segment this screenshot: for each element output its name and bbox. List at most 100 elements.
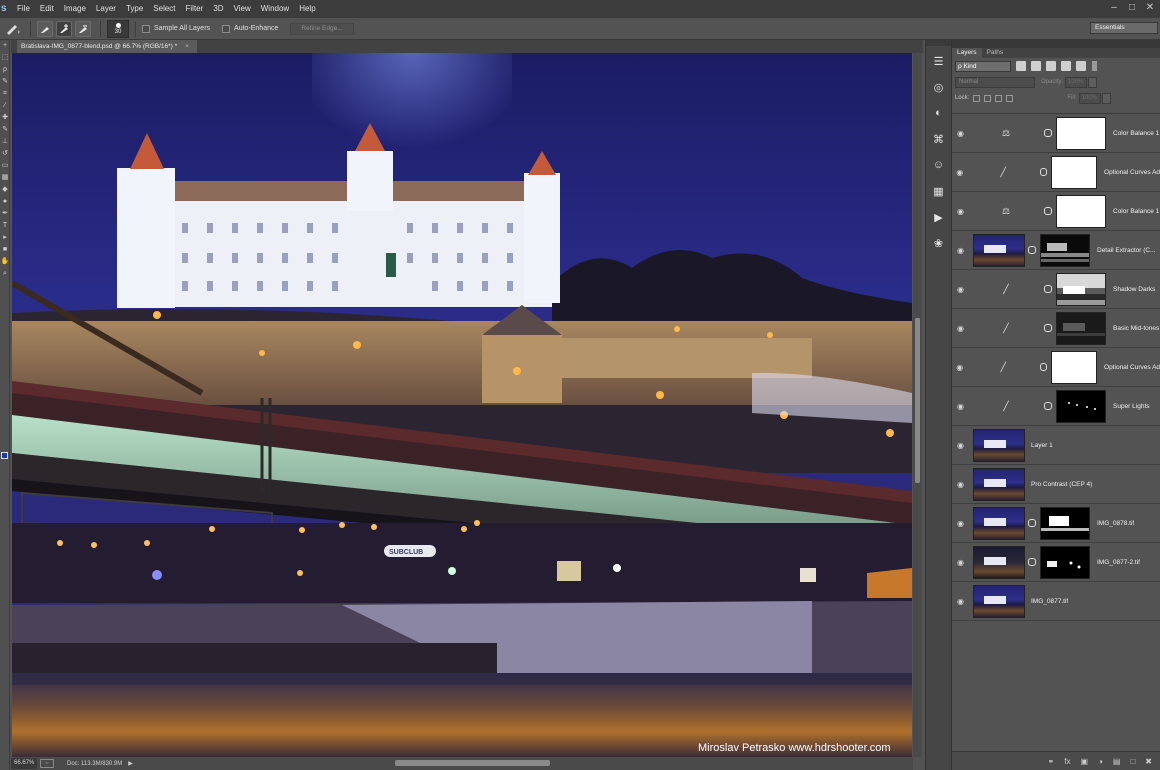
- visibility-eye-icon[interactable]: ◉: [952, 519, 969, 528]
- fx-icon[interactable]: fx: [1064, 757, 1070, 766]
- menu-edit[interactable]: Edit: [35, 0, 59, 18]
- layer-row[interactable]: ◉ ⚖ Color Balance 1: [952, 192, 1160, 231]
- brush-size-picker[interactable]: 30: [107, 19, 129, 38]
- new-selection-mode-button[interactable]: [37, 20, 53, 37]
- layer-mask-thumbnail[interactable]: [1056, 116, 1106, 150]
- mask-link-icon[interactable]: [1039, 363, 1048, 371]
- layer-thumbnail[interactable]: [973, 428, 1025, 462]
- document-tab[interactable]: Bratislava-IMG_0877-blend.psd @ 66.7% (R…: [17, 40, 197, 53]
- visibility-eye-icon[interactable]: ◉: [952, 480, 969, 489]
- horizontal-scrollbar[interactable]: [150, 757, 913, 770]
- dodge-tool-icon[interactable]: ●: [0, 196, 10, 208]
- layer-thumbnail[interactable]: [973, 584, 1025, 618]
- layer-mask-thumbnail[interactable]: [1040, 233, 1090, 267]
- visibility-eye-icon[interactable]: ◉: [952, 129, 969, 138]
- layer-row[interactable]: ◉ ⚖ Color Balance 1: [952, 114, 1160, 153]
- mask-link-icon[interactable]: [1044, 129, 1052, 137]
- zoom-level-field[interactable]: 66.67%: [11, 758, 37, 769]
- grid-icon[interactable]: ▦: [926, 180, 951, 202]
- channels-icon[interactable]: ❀: [926, 232, 951, 254]
- layer-mask-thumbnail[interactable]: [1040, 545, 1090, 579]
- menu-file[interactable]: File: [12, 0, 35, 18]
- filter-type-icon[interactable]: [1046, 61, 1056, 71]
- layer-row[interactable]: ◉ IMG_0877.tif: [952, 582, 1160, 621]
- layer-mask-thumbnail[interactable]: [1056, 389, 1106, 423]
- history-brush-tool-icon[interactable]: ↺: [0, 148, 10, 160]
- mask-link-icon[interactable]: [1044, 285, 1052, 293]
- foreground-color-swatch[interactable]: [1, 452, 8, 459]
- clone-stamp-tool-icon[interactable]: ⊥: [0, 136, 10, 148]
- layer-mask-thumbnail[interactable]: [1056, 194, 1106, 228]
- zoom-tool-icon[interactable]: ⌕: [0, 268, 10, 280]
- mask-link-icon[interactable]: [1028, 558, 1036, 566]
- layer-row[interactable]: ◉ Pro Contrast (CEP 4): [952, 465, 1160, 504]
- mask-link-icon[interactable]: [1039, 168, 1048, 176]
- menu-image[interactable]: Image: [59, 0, 91, 18]
- layer-name[interactable]: IMG_0878.tif: [1097, 520, 1134, 527]
- menu-3d[interactable]: 3D: [208, 0, 228, 18]
- menu-help[interactable]: Help: [294, 0, 320, 18]
- layer-row[interactable]: ◉ ╱ Optional Curves Ad...: [952, 153, 1160, 192]
- auto-enhance-checkbox[interactable]: [222, 24, 231, 33]
- tool-presets-icon[interactable]: ☺: [926, 154, 951, 176]
- layer-mask-thumbnail[interactable]: [1056, 272, 1106, 306]
- mask-link-icon[interactable]: [1028, 519, 1036, 527]
- layer-thumbnail[interactable]: [973, 506, 1025, 540]
- workspace-switcher[interactable]: Essentials: [1090, 22, 1158, 34]
- mask-link-icon[interactable]: [1044, 324, 1052, 332]
- menu-type[interactable]: Type: [121, 0, 148, 18]
- layer-mask-thumbnail[interactable]: [1051, 350, 1098, 384]
- vertical-scroll-thumb[interactable]: [915, 318, 920, 483]
- tab-layers[interactable]: Layers: [952, 48, 982, 58]
- play-icon[interactable]: ▶: [926, 206, 951, 228]
- horizontal-scroll-thumb[interactable]: [395, 760, 550, 766]
- layer-row[interactable]: ◉ ╱ Super Lights: [952, 387, 1160, 426]
- visibility-eye-icon[interactable]: ◉: [952, 597, 969, 606]
- fill-field[interactable]: 100%: [1078, 92, 1101, 104]
- actions-icon[interactable]: ◎: [926, 76, 951, 98]
- layer-name[interactable]: Optional Curves Ad...: [1104, 169, 1160, 176]
- move-tool-icon[interactable]: +: [0, 40, 10, 52]
- eraser-tool-icon[interactable]: ▭: [0, 160, 10, 172]
- visibility-eye-icon[interactable]: ◉: [952, 324, 969, 333]
- layer-row[interactable]: ◉ IMG_0878.tif: [952, 504, 1160, 543]
- layer-name[interactable]: Pro Contrast (CEP 4): [1031, 481, 1092, 488]
- export-icon[interactable]: ⇔: [40, 759, 54, 768]
- adjustments-icon[interactable]: ◐: [926, 102, 951, 124]
- visibility-eye-icon[interactable]: ◉: [952, 168, 967, 177]
- group-icon[interactable]: ▤: [1113, 757, 1121, 766]
- minimize-button[interactable]: –: [1108, 2, 1120, 14]
- layer-thumbnail[interactable]: [973, 545, 1025, 579]
- layer-name[interactable]: Layer 1: [1031, 442, 1053, 449]
- healing-tool-icon[interactable]: ✚: [0, 112, 10, 124]
- layer-mask-thumbnail[interactable]: [1056, 311, 1106, 345]
- mask-link-icon[interactable]: [1028, 246, 1036, 254]
- status-menu-arrow-icon[interactable]: ▶: [128, 760, 133, 767]
- visibility-eye-icon[interactable]: ◉: [952, 402, 969, 411]
- shape-tool-icon[interactable]: ■: [0, 244, 10, 256]
- eyedropper-tool-icon[interactable]: ⁄: [0, 100, 10, 112]
- refine-edge-button[interactable]: Refine Edge...: [290, 22, 354, 35]
- layer-name[interactable]: Detail Extractor (C...: [1097, 247, 1156, 254]
- close-document-icon[interactable]: ×: [185, 43, 189, 50]
- layer-row[interactable]: ◉ ╱ Shadow Darks: [952, 270, 1160, 309]
- layer-name[interactable]: Optional Curves Ad...: [1104, 364, 1160, 371]
- menu-select[interactable]: Select: [148, 0, 180, 18]
- layer-name[interactable]: Color Balance 1: [1113, 208, 1159, 215]
- layer-name[interactable]: Shadow Darks: [1113, 286, 1155, 293]
- layer-row[interactable]: ◉ ╱ Basic Mid-tones: [952, 309, 1160, 348]
- dock-grip[interactable]: [926, 40, 951, 46]
- visibility-eye-icon[interactable]: ◉: [952, 285, 969, 294]
- filter-toggle-switch[interactable]: [1092, 61, 1097, 71]
- filter-adjustment-icon[interactable]: [1031, 61, 1041, 71]
- close-window-button[interactable]: ✕: [1144, 2, 1156, 14]
- tool-preset-picker[interactable]: [2, 20, 24, 38]
- lock-all-icon[interactable]: [1006, 94, 1014, 102]
- history-icon[interactable]: ☰: [926, 50, 951, 72]
- adjustment-icon[interactable]: ◑: [1098, 757, 1103, 766]
- lasso-tool-icon[interactable]: ρ: [0, 64, 10, 76]
- layer-row[interactable]: ◉ ╱ Optional Curves Ad...: [952, 348, 1160, 387]
- lock-position-icon[interactable]: [995, 94, 1003, 102]
- menu-window[interactable]: Window: [256, 0, 294, 18]
- layer-filter-kind-select[interactable]: ρ Kind: [955, 60, 1011, 72]
